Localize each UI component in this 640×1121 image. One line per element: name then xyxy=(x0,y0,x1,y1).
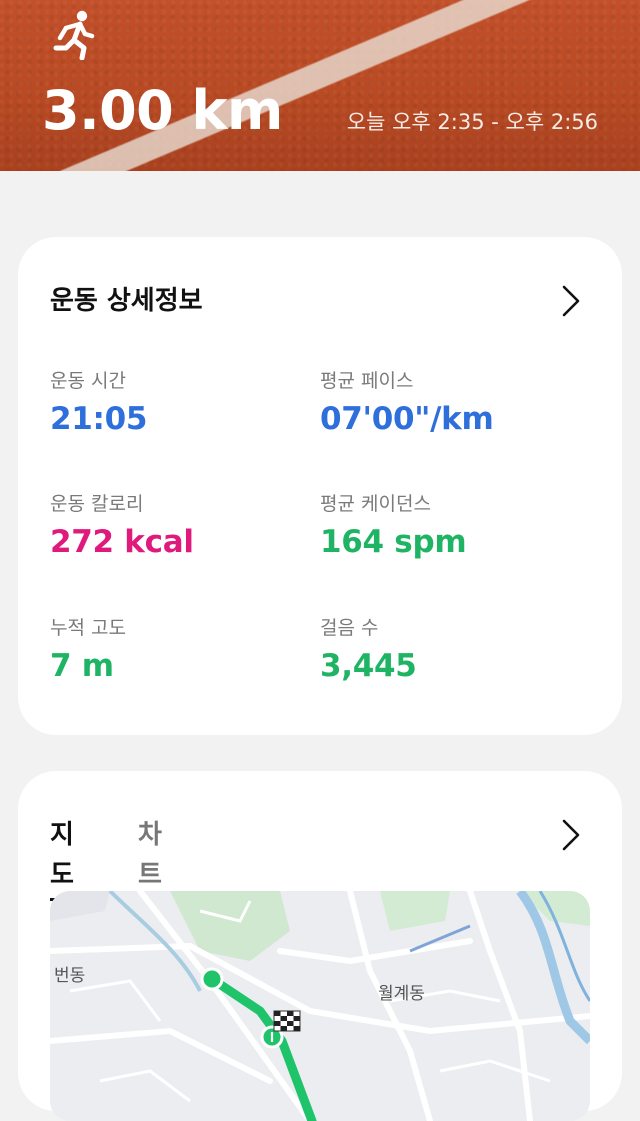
stat-calories: 운동 칼로리 272 kcal xyxy=(50,490,310,564)
stat-value: 272 kcal xyxy=(50,524,194,560)
stat-value: 21:05 xyxy=(50,401,148,437)
stat-workout-time: 운동 시간 21:05 xyxy=(50,367,310,441)
stat-label: 평균 케이던스 xyxy=(320,493,431,515)
stat-steps: 걸음 수 3,445 xyxy=(320,614,580,688)
map-place-label: 번동 xyxy=(54,966,86,986)
stat-value: 3,445 xyxy=(320,648,417,684)
chevron-right-icon[interactable] xyxy=(558,815,586,855)
stat-elevation-gain: 누적 고도 7 m xyxy=(50,614,310,688)
stat-value: 07'00"/km xyxy=(320,401,494,437)
details-title: 운동 상세정보 xyxy=(50,286,203,316)
map-chart-card: 지도 차트 번동 월계동 xyxy=(18,771,622,1121)
map-place-label: 월계동 xyxy=(378,984,425,1004)
stat-value: 164 spm xyxy=(320,524,467,560)
stat-label: 누적 고도 xyxy=(50,617,126,639)
tab-chart[interactable]: 차트 xyxy=(138,815,162,895)
chevron-right-icon[interactable] xyxy=(558,281,586,321)
stat-label: 운동 칼로리 xyxy=(50,493,144,515)
workout-details-card[interactable]: 운동 상세정보 운동 시간 21:05 평균 페이스 07'00"/km 운동 … xyxy=(18,237,622,735)
running-person-icon xyxy=(53,10,95,60)
stat-average-cadence: 평균 케이던스 164 spm xyxy=(320,490,580,564)
header-banner: 3.00 km 오늘 오후 2:35 - 오후 2:56 xyxy=(0,0,640,171)
tab-map[interactable]: 지도 xyxy=(50,815,74,901)
distance-value: 3.00 km xyxy=(42,79,283,142)
stat-label: 운동 시간 xyxy=(50,370,126,392)
stat-value: 7 m xyxy=(50,648,114,684)
stat-label: 평균 페이스 xyxy=(320,370,414,392)
map-graphic xyxy=(50,891,590,1121)
stat-label: 걸음 수 xyxy=(320,617,379,639)
stat-average-pace: 평균 페이스 07'00"/km xyxy=(320,367,580,441)
route-map[interactable]: 번동 월계동 xyxy=(50,891,590,1121)
workout-time-range: 오늘 오후 2:35 - 오후 2:56 xyxy=(346,110,598,134)
